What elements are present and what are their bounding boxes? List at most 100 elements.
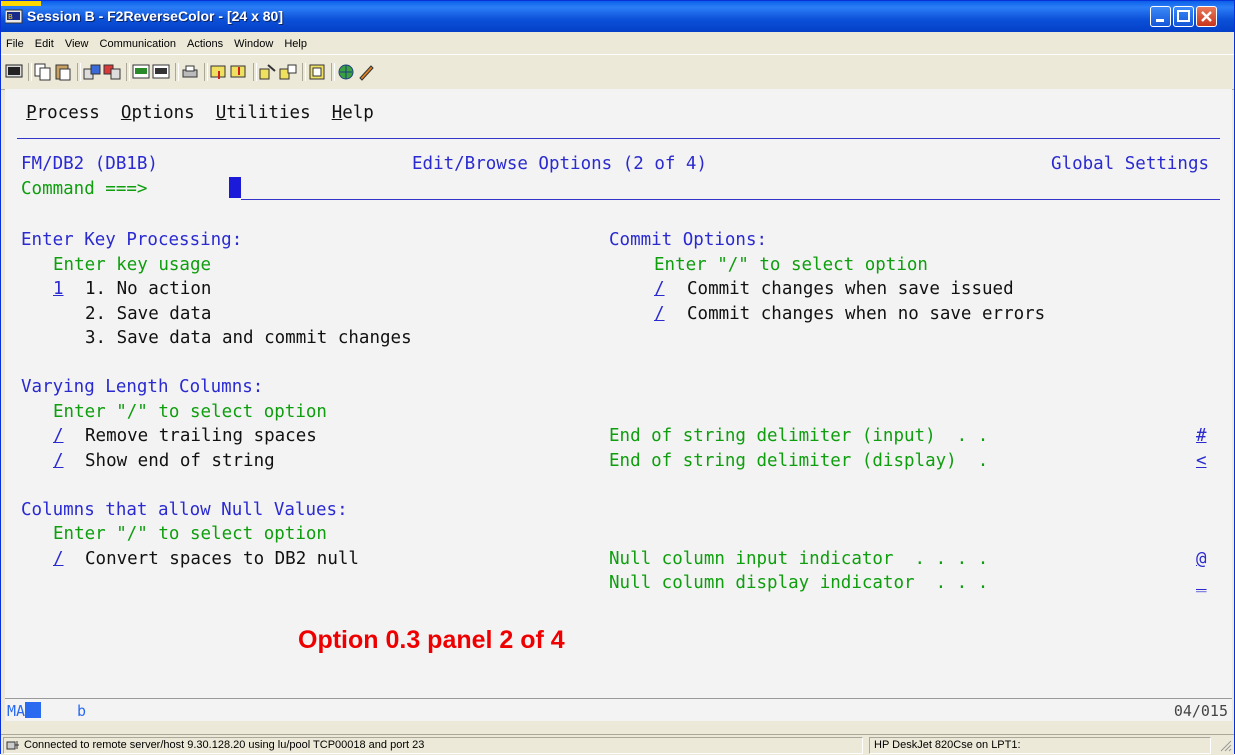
menu-help[interactable]: Help [279, 32, 310, 50]
toolbar-separator [77, 63, 81, 81]
menu-actions[interactable]: Actions [182, 32, 226, 50]
transfer-icon[interactable] [259, 63, 277, 81]
toolbar-separator [175, 63, 179, 81]
session-icon: B [5, 9, 23, 24]
printer-status: HP DeskJet 820Cse on LPT1: [874, 739, 1021, 751]
terminal-screen[interactable]: Process Options Utilities Help FM/DB2 (D… [5, 89, 1232, 711]
show-eos-check[interactable]: / [53, 449, 64, 474]
clipboard-icon[interactable] [308, 63, 326, 81]
maximize-icon [1177, 10, 1190, 22]
svg-text:B: B [8, 13, 13, 21]
close-icon [1201, 11, 1212, 22]
eos-display-field[interactable]: < [1196, 449, 1207, 474]
overlay-caption: Option 0.3 panel 2 of 4 [298, 626, 565, 654]
title-bar[interactable]: B Session B - F2ReverseColor - [24 x 80] [1, 1, 1234, 32]
command-label: Command ===> [21, 179, 158, 199]
record-icon[interactable] [152, 63, 170, 81]
copy-icon[interactable] [34, 63, 52, 81]
action-utilities[interactable]: Utilities [216, 103, 311, 123]
scope-label: Global Settings [1051, 154, 1210, 174]
app-name: FM/DB2 (DB1B) [21, 154, 158, 174]
minimize-icon [1156, 19, 1164, 22]
emulator-window: B Session B - F2ReverseColor - [24 x 80]… [0, 0, 1235, 755]
command-field-underline [241, 199, 1220, 200]
operator-info-area: MA b 04/015 [5, 698, 1232, 721]
section-subs-1: Enter key usage Enter "/" to select optio… [5, 253, 1232, 278]
toolbar-separator [204, 63, 208, 81]
action-process[interactable]: Process [26, 103, 100, 123]
enter-key-input[interactable]: 1 [53, 277, 64, 302]
varying-row-2: / Show end of string End of string delimit… [5, 449, 1232, 474]
varying-row-1: / Remove trailing spaces End of string del… [5, 424, 1232, 449]
commit-no-errors-check[interactable]: / [654, 302, 665, 327]
menu-window[interactable]: Window [229, 32, 276, 50]
print-screen-icon[interactable] [181, 63, 199, 81]
transfer-list-icon[interactable] [279, 63, 297, 81]
null-display-field[interactable]: _ [1196, 571, 1207, 596]
close-button[interactable] [1196, 6, 1217, 27]
row-enter-2: 2. Save data / Commit changes when no save… [5, 302, 1232, 327]
toolbar-separator [28, 63, 32, 81]
row-enter-3: 3. Save data and commit changes [5, 326, 1232, 351]
commit-sub: Enter "/" to select option [654, 255, 928, 275]
action-bar-divider [17, 138, 1220, 139]
toolbar-separator [302, 63, 306, 81]
action-options[interactable]: Options [121, 103, 195, 123]
web-icon[interactable] [337, 63, 355, 81]
convert-null-label: Convert spaces to DB2 null [85, 549, 359, 569]
enter-key-sub: Enter key usage [53, 255, 212, 275]
commit-no-errors-label: Commit changes when no save errors [687, 304, 1046, 324]
oia-cursor-position: 04/015 [1173, 702, 1228, 720]
toolbar-separator [126, 63, 130, 81]
eos-input-field[interactable]: # [1196, 424, 1207, 449]
maximize-button[interactable] [1173, 6, 1194, 27]
enter-option-2: 2. Save data [85, 304, 212, 324]
menu-bar: File Edit View Communication Actions Win… [1, 32, 1234, 54]
connection-status: Connected to remote server/host 9.30.128… [24, 739, 425, 751]
panel-header: FM/DB2 (DB1B) Edit/Browse Options (2 of 4… [5, 152, 1232, 177]
keypad-icon[interactable] [357, 63, 375, 81]
panel-title: Edit/Browse Options (2 of 4) [412, 154, 708, 174]
macro-icon[interactable] [132, 63, 150, 81]
nulls-heading: Columns that allow Null Values: [21, 500, 348, 520]
oia-status-block [25, 702, 41, 718]
download-icon[interactable] [230, 63, 248, 81]
nulls-row-1: / Convert spaces to DB2 null Null column i… [5, 547, 1232, 572]
remove-trailing-check[interactable]: / [53, 424, 64, 449]
menu-file[interactable]: File [1, 32, 27, 50]
oia-mode: MA [7, 702, 26, 720]
menu-edit[interactable]: Edit [30, 32, 57, 50]
varying-heading-row: Varying Length Columns: [5, 375, 1232, 400]
row-enter-1: 1 1. No action / Commit changes when save i… [5, 277, 1232, 302]
minimize-button[interactable] [1150, 6, 1171, 27]
send-file-icon[interactable] [83, 63, 101, 81]
eos-input-label: End of string delimiter (input) . . [609, 426, 999, 446]
commit-save-issued-check[interactable]: / [654, 277, 665, 302]
enter-key-heading: Enter Key Processing: [21, 230, 243, 250]
null-input-field[interactable]: @ [1196, 547, 1207, 572]
toolbar [1, 54, 1234, 90]
nulls-sub: Enter "/" to select option [53, 524, 327, 544]
toolbar-separator [331, 63, 335, 81]
varying-sub-row: Enter "/" to select option [5, 400, 1232, 425]
nulls-heading-row: Columns that allow Null Values: [5, 498, 1232, 523]
window-title: Session B - F2ReverseColor - [24 x 80] [27, 8, 283, 24]
command-input[interactable] [229, 177, 241, 198]
resize-grip-icon[interactable] [1218, 738, 1232, 752]
menu-view[interactable]: View [60, 32, 92, 50]
show-eos-label: Show end of string [85, 451, 275, 471]
commit-save-issued-label: Commit changes when save issued [687, 279, 1014, 299]
eos-display-label: End of string delimiter (display) . [609, 451, 999, 471]
action-help[interactable]: Help [332, 103, 374, 123]
display-icon[interactable] [5, 63, 23, 81]
status-connection-panel: Connected to remote server/host 9.30.128… [3, 737, 863, 754]
receive-file-icon[interactable] [103, 63, 121, 81]
convert-null-check[interactable]: / [53, 547, 64, 572]
paste-icon[interactable] [54, 63, 72, 81]
action-bar: Process Options Utilities Help [5, 101, 1232, 126]
enter-option-1: 1. No action [85, 279, 212, 299]
section-headings-1: Enter Key Processing: Commit Options: [5, 228, 1232, 253]
menu-communication[interactable]: Communication [95, 32, 179, 50]
upload-icon[interactable] [210, 63, 228, 81]
status-printer-panel: HP DeskJet 820Cse on LPT1: [869, 737, 1211, 754]
